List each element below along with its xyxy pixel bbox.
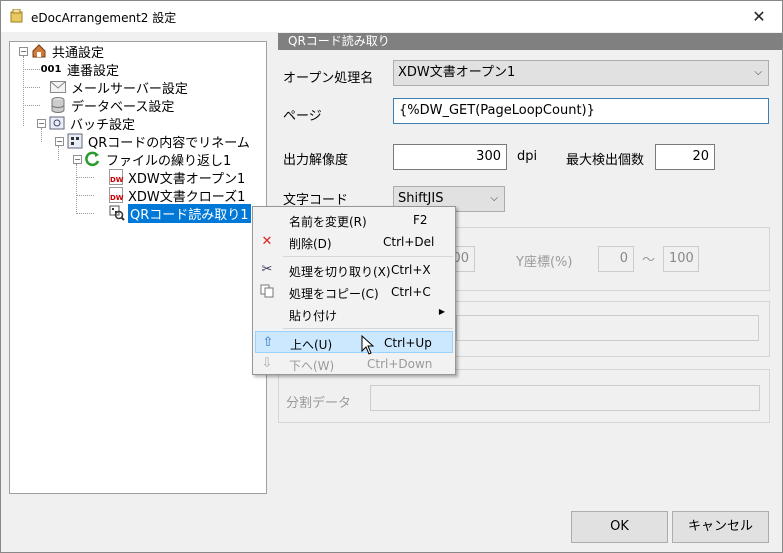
menu-separator — [283, 256, 453, 257]
page-input[interactable]: {%DW_GET(PageLoopCount)} — [393, 98, 769, 124]
menu-label: 処理を切り取り(X) — [289, 265, 391, 279]
delete-icon: ✕ — [261, 234, 273, 249]
tree-label-selected: QRコード読み取り1 — [128, 203, 251, 223]
menu-item-copy[interactable]: 処理をコピー(C) Ctrl+C — [255, 281, 453, 303]
dpi-unit: dpi — [517, 149, 538, 164]
tree-label: バッチ設定 — [70, 117, 136, 133]
y-to-input: 100 — [663, 246, 699, 272]
batch-settings-icon — [49, 115, 65, 131]
collapse-icon[interactable]: − — [55, 136, 64, 146]
resolution-input[interactable]: 300 — [393, 144, 507, 170]
charset-value: ShiftJIS — [398, 191, 444, 206]
menu-item-move-down: ⇩ 下へ(W) Ctrl+Down — [255, 353, 453, 375]
collapse-icon[interactable]: − — [37, 118, 46, 128]
menu-label: 削除(D) — [289, 237, 332, 251]
menu-shortcut: Ctrl+C — [391, 285, 431, 299]
settings-window: eDocArrangement2 設定 ✕ − 共通設定 001 連番設定 メー… — [0, 0, 783, 553]
qr-rename-icon — [67, 133, 83, 149]
open-process-value: XDW文書オープン1 — [398, 65, 516, 80]
cut-icon: ✂ — [261, 262, 273, 277]
mail-icon — [50, 79, 66, 95]
menu-label: 貼り付け — [289, 309, 338, 323]
tree-item-serial[interactable]: 001 連番設定 — [40, 60, 121, 79]
dw-badge: DW — [110, 194, 124, 202]
menu-shortcut: Ctrl+X — [391, 263, 431, 277]
mouse-cursor-icon — [361, 335, 375, 355]
page-label: ページ — [283, 109, 322, 124]
open-process-label: オープン処理名 — [283, 71, 374, 86]
tree-label: XDW文書クローズ1 — [128, 189, 246, 205]
tree-item-qr-read[interactable]: QRコード読み取り1 — [109, 203, 251, 223]
menu-shortcut: F2 — [413, 213, 428, 227]
split-data-label: 分割データ — [286, 396, 352, 411]
tree-label: メールサーバー設定 — [71, 81, 188, 97]
tree-label: データベース設定 — [71, 99, 175, 115]
menu-label: 上へ(U) — [290, 338, 333, 352]
title-bar: eDocArrangement2 設定 ✕ — [1, 1, 782, 32]
collapse-icon[interactable]: − — [19, 46, 28, 56]
resolution-label: 出力解像度 — [283, 153, 349, 168]
menu-item-move-up[interactable]: ⇧ 上へ(U) Ctrl+Up — [255, 331, 453, 353]
docuworks-file-icon: DW — [109, 187, 124, 203]
chevron-down-icon: ⌵ — [754, 67, 762, 78]
range-tilde: 〜 — [642, 253, 656, 268]
close-icon: ✕ — [752, 7, 766, 26]
arrow-down-icon: ⇩ — [261, 356, 273, 371]
close-button[interactable]: ✕ — [736, 1, 782, 32]
serial-number-icon: 001 — [40, 63, 62, 75]
context-menu: 名前を変更(R) F2 ✕ 削除(D) Ctrl+Del ✂ 処理を切り取り(X… — [252, 206, 456, 375]
docuworks-file-icon: DW — [109, 169, 124, 185]
y-coord-label: Y座標(%) — [516, 255, 573, 270]
tree-item-common[interactable]: − 共通設定 — [19, 42, 106, 61]
window-title: eDocArrangement2 設定 — [31, 11, 177, 25]
tree-item-batch[interactable]: − バッチ設定 — [37, 114, 137, 133]
house-settings-icon — [31, 43, 47, 59]
disabled-field — [456, 315, 759, 341]
tree-label: ファイルの繰り返し1 — [106, 153, 232, 169]
tree-item-qr-rename[interactable]: − QRコードの内容でリネーム — [55, 132, 252, 151]
menu-shortcut: Ctrl+Down — [367, 357, 433, 371]
max-detect-input[interactable]: 20 — [655, 144, 715, 170]
cancel-button[interactable]: キャンセル — [672, 511, 769, 543]
tree-label: QRコードの内容でリネーム — [88, 135, 250, 151]
menu-shortcut: Ctrl+Up — [384, 336, 432, 350]
menu-shortcut: Ctrl+Del — [383, 235, 435, 249]
arrow-up-icon: ⇧ — [262, 335, 274, 350]
menu-label: 名前を変更(R) — [289, 215, 367, 229]
open-process-select[interactable]: XDW文書オープン1 ⌵ — [393, 60, 769, 86]
submenu-arrow-icon: ▶ — [438, 307, 445, 316]
settings-tree[interactable]: − 共通設定 001 連番設定 メールサーバー設定 データベース設定 − バッチ… — [9, 41, 267, 494]
menu-item-delete[interactable]: ✕ 削除(D) Ctrl+Del — [255, 231, 453, 253]
menu-item-rename[interactable]: 名前を変更(R) F2 — [255, 209, 453, 231]
menu-item-paste[interactable]: 貼り付け ▶ — [255, 303, 453, 325]
tree-label: XDW文書オープン1 — [128, 171, 246, 187]
copy-icon — [259, 284, 275, 300]
menu-separator — [283, 328, 453, 329]
qr-search-icon — [109, 205, 125, 221]
tree-item-database[interactable]: データベース設定 — [50, 96, 176, 115]
tree-label: 連番設定 — [67, 63, 120, 79]
tree-item-mail[interactable]: メールサーバー設定 — [50, 78, 190, 97]
app-icon — [10, 9, 23, 23]
max-detect-label: 最大検出個数 — [566, 153, 645, 168]
menu-label: 処理をコピー(C) — [289, 287, 379, 301]
ok-button[interactable]: OK — [571, 511, 668, 543]
tree-item-xdw-open[interactable]: DW XDW文書オープン1 — [109, 168, 247, 187]
collapse-icon[interactable]: − — [73, 154, 82, 164]
tree-label: 共通設定 — [52, 45, 105, 61]
menu-label: 下へ(W) — [289, 359, 335, 373]
split-data-input — [370, 385, 760, 411]
y-from-input: 0 — [598, 246, 634, 272]
database-icon — [50, 97, 66, 113]
chevron-down-icon: ⌵ — [490, 193, 498, 204]
loop-icon — [85, 151, 101, 167]
section-header: QRコード読み取り — [278, 33, 782, 50]
dw-badge: DW — [110, 176, 124, 184]
menu-item-cut[interactable]: ✂ 処理を切り取り(X) Ctrl+X — [255, 259, 453, 281]
tree-item-file-loop[interactable]: − ファイルの繰り返し1 — [73, 150, 233, 169]
tree-item-xdw-close[interactable]: DW XDW文書クローズ1 — [109, 186, 247, 205]
